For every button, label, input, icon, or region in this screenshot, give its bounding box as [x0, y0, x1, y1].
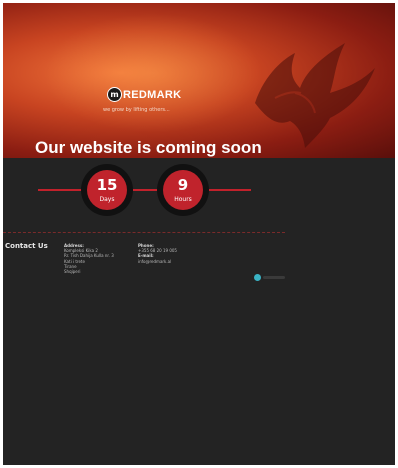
countdown-days-inner: 15 Days: [87, 170, 127, 210]
countdown-line-right: [209, 189, 251, 191]
countdown-days-label: Days: [99, 196, 115, 203]
contact-title: Contact Us: [5, 242, 48, 250]
phoenix-icon: [255, 43, 375, 148]
countdown-hours: 9 Hours: [157, 164, 209, 216]
phone-email-block: Phone: +355 68 20 19 005 E-mail: info@re…: [138, 243, 177, 264]
address-line: Shqiperi: [64, 269, 81, 275]
hero-glow: [43, 13, 263, 133]
brand-tagline: we grow by lifting others...: [103, 107, 170, 113]
countdown-hours-inner: 9 Hours: [163, 170, 203, 210]
brand-logo[interactable]: m REDMARK: [107, 87, 181, 102]
social-bar: [263, 276, 285, 279]
countdown-days: 15 Days: [81, 164, 133, 216]
social-widget[interactable]: [254, 274, 285, 281]
countdown-hours-value: 9: [177, 176, 189, 194]
brand-name: REDMARK: [123, 88, 182, 101]
address-line: Rr. Tish Dahija Kulla nr. 3: [64, 253, 114, 259]
address-block: Address: Kompleksi Kika 2 Rr. Tish Dahij…: [64, 243, 114, 274]
page-headline: Our website is coming soon: [35, 138, 262, 157]
page-frame: m REDMARK we grow by lifting others... O…: [3, 3, 395, 465]
hero-banner: m REDMARK we grow by lifting others...: [3, 3, 395, 158]
email-link[interactable]: info@redmark.al: [138, 259, 177, 264]
countdown-line-left: [38, 189, 86, 191]
countdown-hours-label: Hours: [174, 196, 192, 203]
redmark-logo-icon: m: [107, 87, 122, 102]
social-dot-icon[interactable]: [254, 274, 261, 281]
section-divider: [3, 232, 285, 233]
countdown-days-value: 15: [96, 176, 118, 194]
